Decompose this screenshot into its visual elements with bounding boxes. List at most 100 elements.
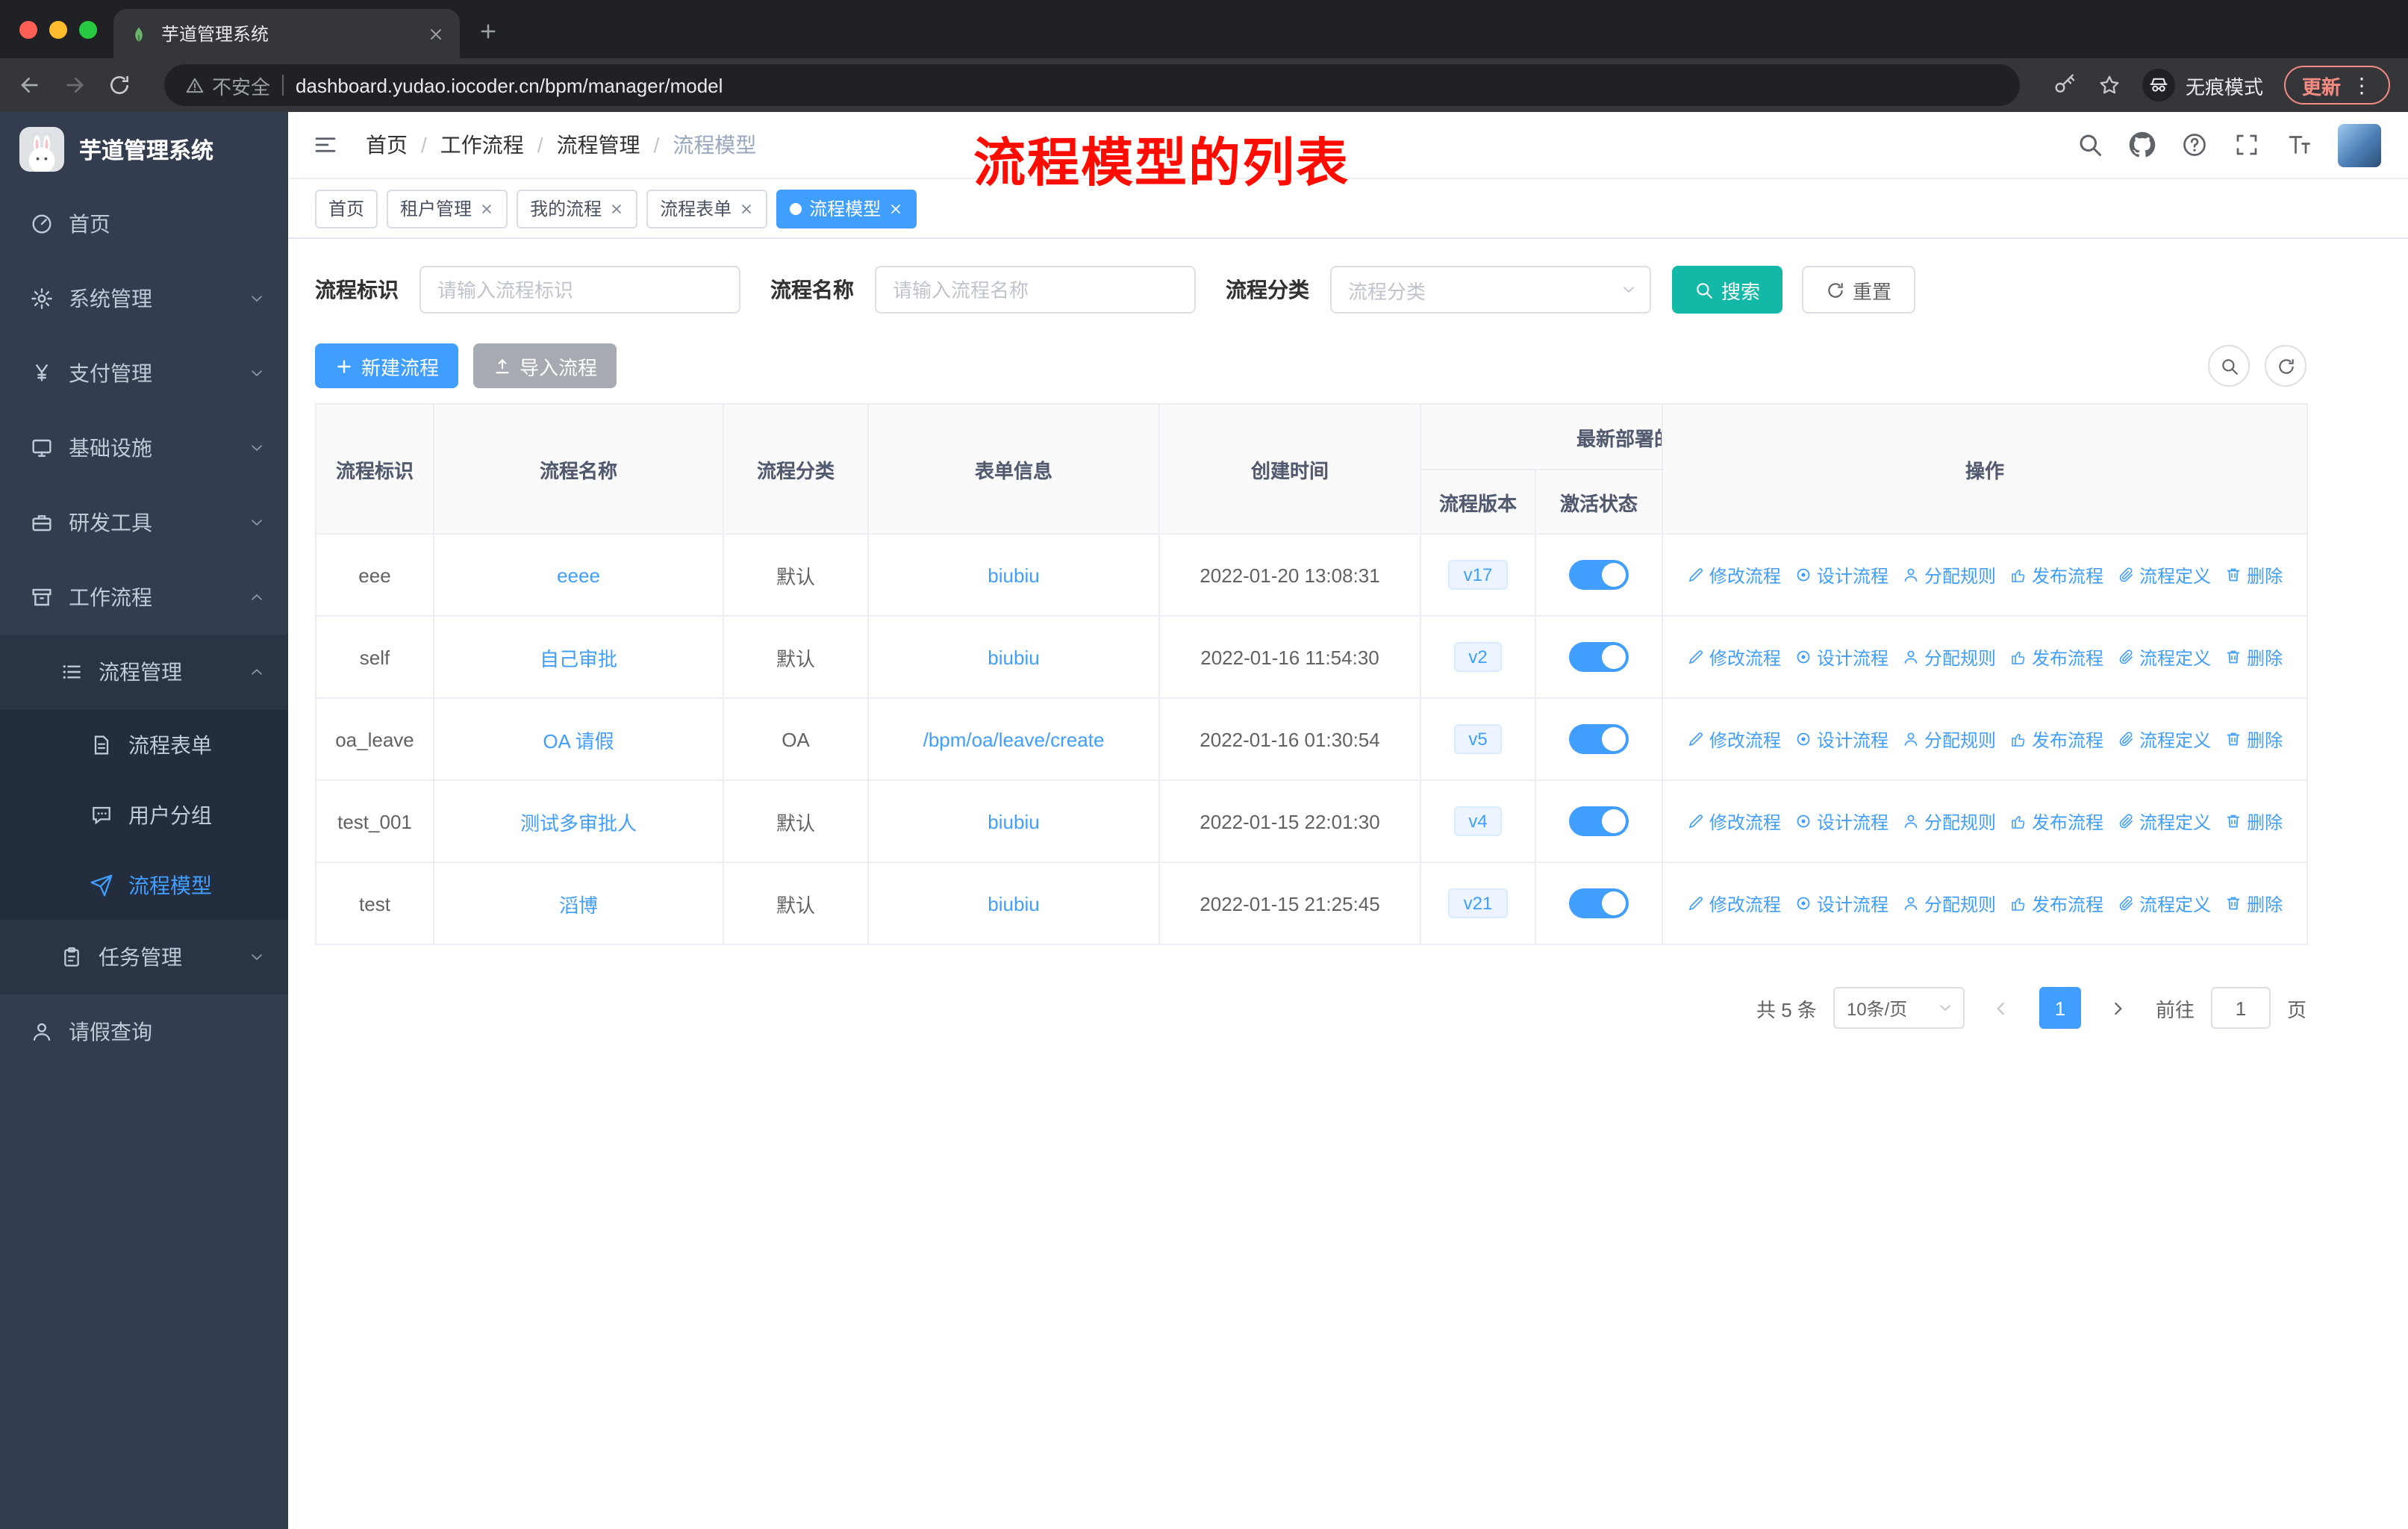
view-tag-process-form[interactable]: 流程表单 <box>646 189 768 228</box>
process-name-link[interactable]: eeee <box>557 564 600 586</box>
sidebar-item-task-mgmt[interactable]: 任务管理 <box>0 920 288 994</box>
action-publish[interactable]: 发布流程 <box>2009 809 2103 834</box>
process-category-select[interactable]: 流程分类 <box>1330 266 1651 314</box>
process-name-input[interactable] <box>875 266 1196 314</box>
form-info-link[interactable]: biubiu <box>988 646 1039 668</box>
action-assign-rules[interactable]: 分配规则 <box>1902 562 1996 588</box>
active-toggle[interactable] <box>1569 888 1629 918</box>
version-tag[interactable]: v21 <box>1448 888 1508 918</box>
action-modify[interactable]: 修改流程 <box>1687 809 1781 834</box>
sidebar-item-process-model[interactable]: 流程模型 <box>0 850 288 920</box>
browser-menu-icon[interactable]: ⋮ <box>2351 72 2372 98</box>
action-modify[interactable]: 修改流程 <box>1687 644 1781 670</box>
sidebar-item-dev-tools[interactable]: 研发工具 <box>0 485 288 560</box>
reload-button[interactable] <box>107 73 131 97</box>
action-publish[interactable]: 发布流程 <box>2009 562 2103 588</box>
breadcrumb-link[interactable]: 工作流程 <box>440 130 524 160</box>
close-button[interactable] <box>19 21 37 39</box>
prev-page-button[interactable] <box>1980 987 2023 1029</box>
active-toggle[interactable] <box>1569 642 1629 672</box>
action-modify[interactable]: 修改流程 <box>1687 726 1781 752</box>
sidebar-item-leave-query[interactable]: 请假查询 <box>0 994 288 1069</box>
toggle-search-button[interactable] <box>2208 345 2250 387</box>
active-toggle[interactable] <box>1569 560 1629 590</box>
new-tab-button[interactable] <box>478 18 499 45</box>
zoom-button[interactable] <box>79 21 97 39</box>
process-name-link[interactable]: OA 请假 <box>543 729 614 752</box>
sidebar-item-process-mgmt[interactable]: 流程管理 <box>0 635 288 709</box>
active-toggle[interactable] <box>1569 806 1629 836</box>
process-key-input[interactable] <box>419 266 740 314</box>
process-name-link[interactable]: 测试多审批人 <box>520 812 637 834</box>
form-info-link[interactable]: biubiu <box>988 564 1039 586</box>
action-delete[interactable]: 删除 <box>2224 891 2283 916</box>
sidebar-item-infrastructure[interactable]: 基础设施 <box>0 411 288 485</box>
action-design[interactable]: 设计流程 <box>1794 809 1888 834</box>
create-process-button[interactable]: 新建流程 <box>315 343 459 388</box>
tab-close-icon[interactable] <box>427 25 445 43</box>
action-assign-rules[interactable]: 分配规则 <box>1902 891 1996 916</box>
action-definition[interactable]: 流程定义 <box>2117 644 2211 670</box>
github-button[interactable] <box>2129 131 2156 158</box>
action-delete[interactable]: 删除 <box>2224 644 2283 670</box>
browser-tab[interactable]: 芋道管理系统 <box>113 9 460 58</box>
reset-button[interactable]: 重置 <box>1802 266 1916 314</box>
action-design[interactable]: 设计流程 <box>1794 891 1888 916</box>
breadcrumb-link[interactable]: 流程管理 <box>557 130 640 160</box>
action-design[interactable]: 设计流程 <box>1794 726 1888 752</box>
sidebar-item-home[interactable]: 首页 <box>0 187 288 261</box>
version-tag[interactable]: v17 <box>1448 560 1508 590</box>
search-button[interactable] <box>2077 131 2103 158</box>
action-delete[interactable]: 删除 <box>2224 809 2283 834</box>
action-assign-rules[interactable]: 分配规则 <box>1902 726 1996 752</box>
page-size-select[interactable]: 10条/页 <box>1832 987 1965 1029</box>
help-button[interactable] <box>2181 131 2208 158</box>
search-button[interactable]: 搜索 <box>1672 266 1783 314</box>
view-tag-home[interactable]: 首页 <box>315 189 378 228</box>
close-icon[interactable] <box>739 201 754 216</box>
action-delete[interactable]: 删除 <box>2224 726 2283 752</box>
view-tag-process-model[interactable]: 流程模型 <box>776 189 917 228</box>
active-toggle[interactable] <box>1569 724 1629 754</box>
action-definition[interactable]: 流程定义 <box>2117 891 2211 916</box>
form-info-link[interactable]: biubiu <box>988 892 1039 915</box>
action-definition[interactable]: 流程定义 <box>2117 809 2211 834</box>
update-button[interactable]: 更新 ⋮ <box>2283 66 2390 105</box>
import-process-button[interactable]: 导入流程 <box>473 343 617 388</box>
sidebar-item-system-mgmt[interactable]: 系统管理 <box>0 261 288 336</box>
form-info-link[interactable]: /bpm/oa/leave/create <box>923 728 1105 750</box>
view-tag-my-process[interactable]: 我的流程 <box>517 189 638 228</box>
version-tag[interactable]: v4 <box>1453 806 1503 836</box>
action-modify[interactable]: 修改流程 <box>1687 562 1781 588</box>
minimize-button[interactable] <box>49 21 67 39</box>
next-page-button[interactable] <box>2097 987 2139 1029</box>
action-definition[interactable]: 流程定义 <box>2117 726 2211 752</box>
bookmark-star-icon[interactable] <box>2097 73 2121 97</box>
action-publish[interactable]: 发布流程 <box>2009 644 2103 670</box>
view-tag-tenant[interactable]: 租户管理 <box>387 189 508 228</box>
collapse-sidebar-button[interactable] <box>312 131 339 158</box>
process-name-link[interactable]: 滔博 <box>559 894 598 916</box>
close-icon[interactable] <box>609 201 624 216</box>
back-button[interactable] <box>18 73 42 97</box>
form-info-link[interactable]: biubiu <box>988 810 1039 832</box>
close-icon[interactable] <box>479 201 494 216</box>
sidebar-item-process-form[interactable]: 流程表单 <box>0 709 288 779</box>
sidebar-item-user-group[interactable]: 用户分组 <box>0 779 288 850</box>
action-publish[interactable]: 发布流程 <box>2009 726 2103 752</box>
sidebar-item-workflow[interactable]: 工作流程 <box>0 560 288 635</box>
forward-button[interactable] <box>63 73 87 97</box>
refresh-table-button[interactable] <box>2265 345 2306 387</box>
action-publish[interactable]: 发布流程 <box>2009 891 2103 916</box>
fullscreen-button[interactable] <box>2233 131 2260 158</box>
action-design[interactable]: 设计流程 <box>1794 644 1888 670</box>
address-bar[interactable]: 不安全 dashboard.yudao.iocoder.cn/bpm/manag… <box>164 64 2020 106</box>
action-assign-rules[interactable]: 分配规则 <box>1902 809 1996 834</box>
font-size-button[interactable] <box>2286 131 2312 158</box>
action-modify[interactable]: 修改流程 <box>1687 891 1781 916</box>
version-tag[interactable]: v5 <box>1453 724 1503 754</box>
action-design[interactable]: 设计流程 <box>1794 562 1888 588</box>
process-name-link[interactable]: 自己审批 <box>540 647 617 670</box>
version-tag[interactable]: v2 <box>1453 642 1503 672</box>
close-icon[interactable] <box>888 201 903 216</box>
